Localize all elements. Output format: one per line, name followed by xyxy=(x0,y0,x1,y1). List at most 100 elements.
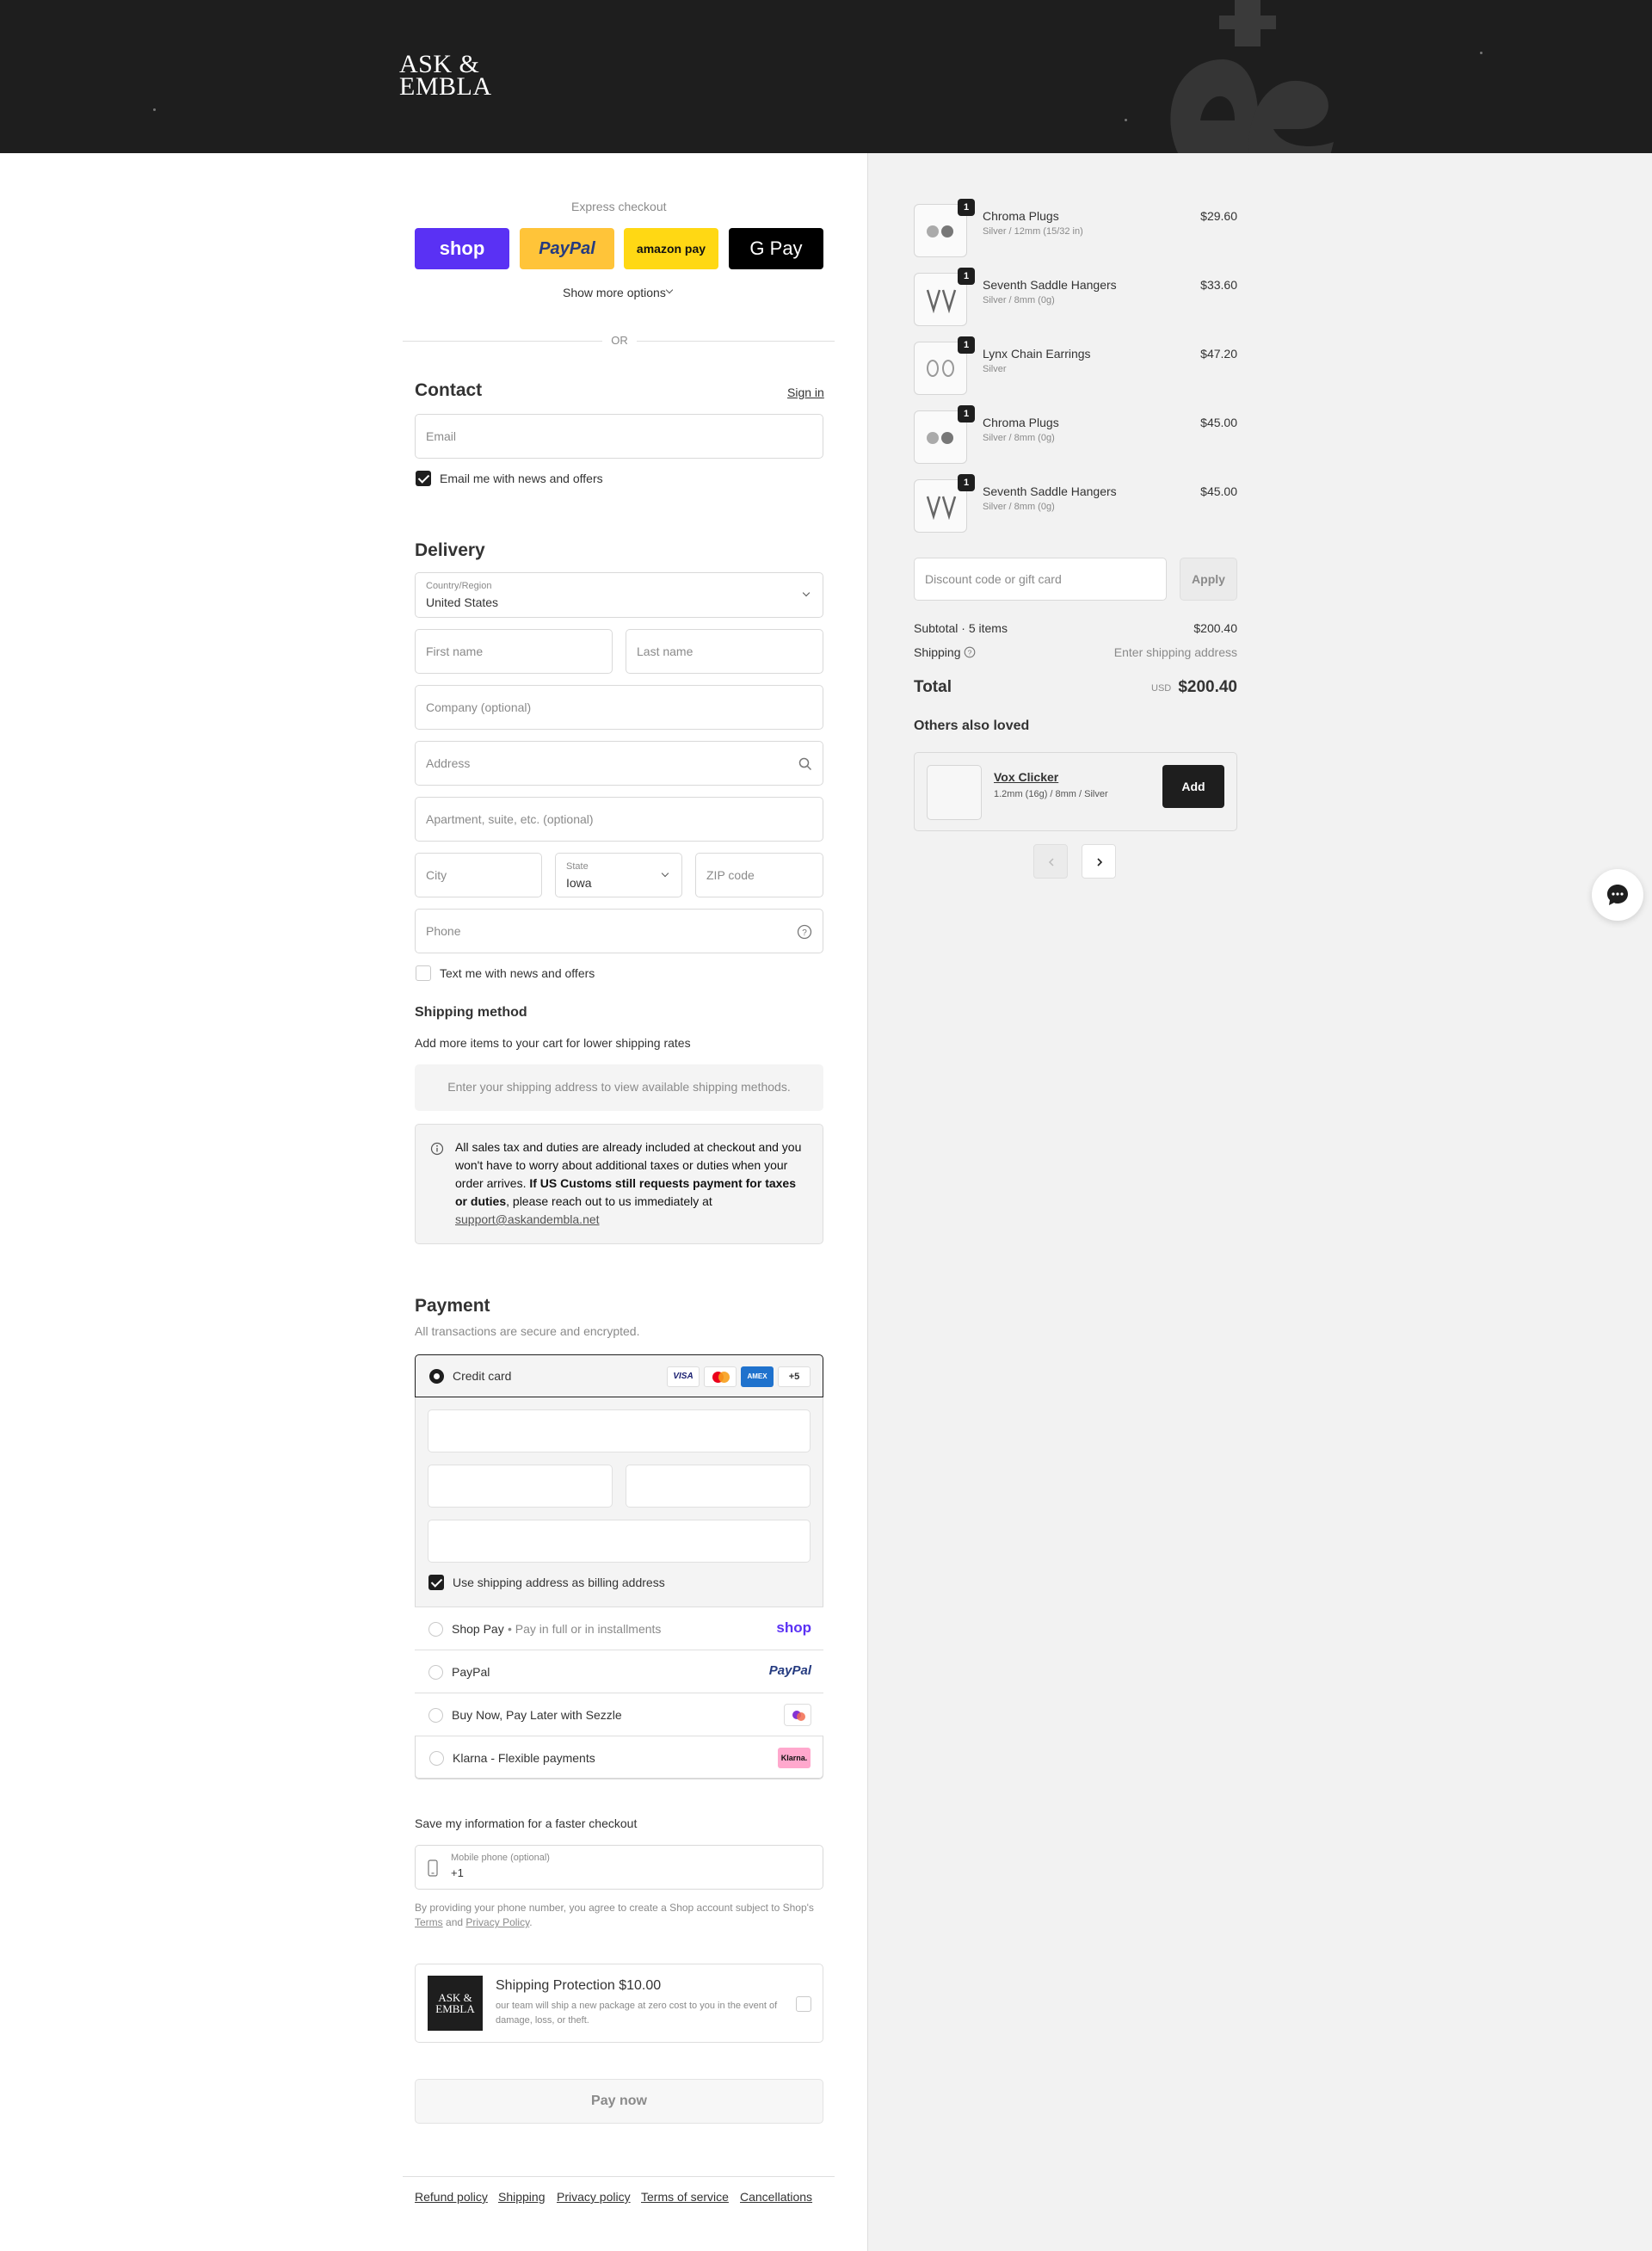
phone-field[interactable]: Phone ? xyxy=(415,909,823,953)
shop-terms-link[interactable]: Terms xyxy=(415,1916,443,1928)
discount-code-field[interactable]: Discount code or gift card xyxy=(914,558,1167,601)
zip-field[interactable]: ZIP code xyxy=(695,853,823,897)
klarna-option[interactable]: Klarna - Flexible payments Klarna. xyxy=(415,1736,823,1779)
mobile-phone-field[interactable]: Mobile phone (optional) +1 xyxy=(415,1845,823,1890)
first-name-field[interactable]: First name xyxy=(415,629,613,674)
credit-card-option[interactable]: Credit card VISA AMEX +5 xyxy=(415,1354,823,1397)
card-expiry-field[interactable] xyxy=(428,1465,613,1508)
country-select[interactable]: Country/Region United States xyxy=(415,572,823,618)
site-header: ASK & EMBLA xyxy=(0,0,1652,153)
city-field[interactable]: City xyxy=(415,853,542,897)
add-recommendation-button[interactable]: Add xyxy=(1162,765,1224,808)
address-field[interactable]: Address xyxy=(415,741,823,786)
item-name: Lynx Chain Earrings xyxy=(983,347,1091,361)
paypal-option[interactable]: PayPal PayPal xyxy=(415,1650,823,1693)
card-number-field[interactable] xyxy=(428,1409,811,1452)
credit-card-label: Credit card xyxy=(453,1369,512,1383)
credit-card-radio[interactable] xyxy=(429,1369,444,1384)
google-pay-express-button[interactable]: G Pay xyxy=(729,228,823,269)
quantity-badge: 1 xyxy=(958,474,975,491)
quantity-badge: 1 xyxy=(958,405,975,422)
help-icon[interactable]: ? xyxy=(797,924,812,940)
header-texture xyxy=(1125,119,1127,121)
card-name-field[interactable] xyxy=(428,1520,811,1563)
brand-logo[interactable]: ASK & EMBLA xyxy=(399,52,492,101)
credit-card-form: Use shipping address as billing address xyxy=(416,1397,823,1607)
carousel-prev-button[interactable] xyxy=(1033,844,1068,879)
show-more-options-link[interactable]: Show more options xyxy=(563,286,666,299)
subtotal-label: Subtotal · 5 items xyxy=(914,621,1008,635)
refund-policy-link[interactable]: Refund policy xyxy=(415,2190,488,2204)
paypal-logo: PayPal xyxy=(768,1663,811,1678)
shop-pay-logo: shop xyxy=(776,1619,811,1636)
paypal-express-button[interactable]: PayPal xyxy=(520,228,614,269)
cart-item: 1 Chroma Plugs Silver / 12mm (15/32 in) … xyxy=(914,199,1237,264)
email-field[interactable]: Email xyxy=(415,414,823,459)
shop-pay-express-button[interactable]: shop xyxy=(415,228,509,269)
apartment-field[interactable]: Apartment, suite, etc. (optional) xyxy=(415,797,823,842)
carousel-next-button[interactable] xyxy=(1082,844,1116,879)
shipping-protection-checkbox[interactable] xyxy=(796,1996,811,2012)
address-placeholder: Address xyxy=(426,756,471,770)
recommendation-name[interactable]: Vox Clicker xyxy=(994,770,1058,784)
last-name-field[interactable]: Last name xyxy=(626,629,823,674)
shop-legal-text: By providing your phone number, you agre… xyxy=(415,1901,823,1930)
company-placeholder: Company (optional) xyxy=(426,700,532,714)
amazon-pay-express-button[interactable]: amazon pay xyxy=(624,228,718,269)
chevron-right-icon xyxy=(1097,858,1103,866)
state-label: State xyxy=(566,861,589,872)
sezzle-radio[interactable] xyxy=(428,1708,443,1723)
item-price: $45.00 xyxy=(1200,484,1237,498)
item-variant: Silver / 12mm (15/32 in) xyxy=(983,226,1083,237)
state-select[interactable]: State Iowa xyxy=(555,853,682,897)
item-price: $29.60 xyxy=(1200,209,1237,223)
shop-pay-radio[interactable] xyxy=(428,1622,443,1637)
shop-pay-option[interactable]: Shop Pay • Pay in full or in installment… xyxy=(415,1607,823,1650)
klarna-radio[interactable] xyxy=(429,1751,444,1766)
shipping-policy-link[interactable]: Shipping xyxy=(498,2190,546,2204)
shop-privacy-link[interactable]: Privacy Policy xyxy=(465,1916,529,1928)
tax-notice-text: All sales tax and duties are already inc… xyxy=(455,1138,808,1229)
mastercard-icon xyxy=(704,1366,737,1387)
sezzle-option[interactable]: Buy Now, Pay Later with Sezzle xyxy=(415,1693,823,1736)
apply-discount-button[interactable]: Apply xyxy=(1180,558,1237,601)
help-icon[interactable]: ? xyxy=(964,646,976,658)
support-email-link[interactable]: support@askandembla.net xyxy=(455,1212,600,1226)
phone-placeholder: Phone xyxy=(426,924,461,938)
tax-notice-box: All sales tax and duties are already inc… xyxy=(415,1124,823,1244)
pay-now-button[interactable]: Pay now xyxy=(415,2079,823,2124)
item-name: Seventh Saddle Hangers xyxy=(983,278,1117,292)
item-variant: Silver / 8mm (0g) xyxy=(983,295,1055,305)
klarna-label: Klarna - Flexible payments xyxy=(453,1751,595,1765)
paypal-radio[interactable] xyxy=(428,1665,443,1680)
logo-line-2: EMBLA xyxy=(399,72,492,101)
shop-legal-dot: . xyxy=(529,1916,533,1928)
quantity-badge: 1 xyxy=(958,268,975,285)
text-news-checkbox[interactable] xyxy=(416,965,431,981)
recommendation-thumbnail xyxy=(927,765,982,820)
email-news-checkbox[interactable] xyxy=(416,471,431,486)
state-value: Iowa xyxy=(566,876,592,890)
amazon-pay-express-label: amazon pay xyxy=(636,242,706,256)
shipping-methods-placeholder-text: Enter your shipping address to view avai… xyxy=(447,1080,791,1094)
or-divider-label: OR xyxy=(602,334,637,347)
footer-divider xyxy=(403,2176,835,2177)
total-label: Total xyxy=(914,678,952,696)
chat-icon xyxy=(1607,885,1628,905)
terms-of-service-link[interactable]: Terms of service xyxy=(641,2190,729,2204)
email-placeholder: Email xyxy=(426,429,457,443)
city-placeholder: City xyxy=(426,868,447,882)
recommendation-variant: 1.2mm (16g) / 8mm / Silver xyxy=(994,789,1108,799)
visa-icon: VISA xyxy=(667,1366,700,1387)
billing-same-checkbox[interactable] xyxy=(428,1575,444,1590)
card-security-code-field[interactable] xyxy=(626,1465,811,1508)
company-field[interactable]: Company (optional) xyxy=(415,685,823,730)
privacy-policy-link[interactable]: Privacy policy xyxy=(557,2190,631,2204)
header-texture xyxy=(1480,52,1482,54)
sign-in-link[interactable]: Sign in xyxy=(787,385,824,399)
shop-legal-sentence: By providing your phone number, you agre… xyxy=(415,1902,814,1914)
item-name: Seventh Saddle Hangers xyxy=(983,484,1117,498)
chat-widget-button[interactable] xyxy=(1592,869,1643,921)
cancellations-link[interactable]: Cancellations xyxy=(740,2190,812,2204)
brand-emblem-icon xyxy=(1170,0,1334,153)
